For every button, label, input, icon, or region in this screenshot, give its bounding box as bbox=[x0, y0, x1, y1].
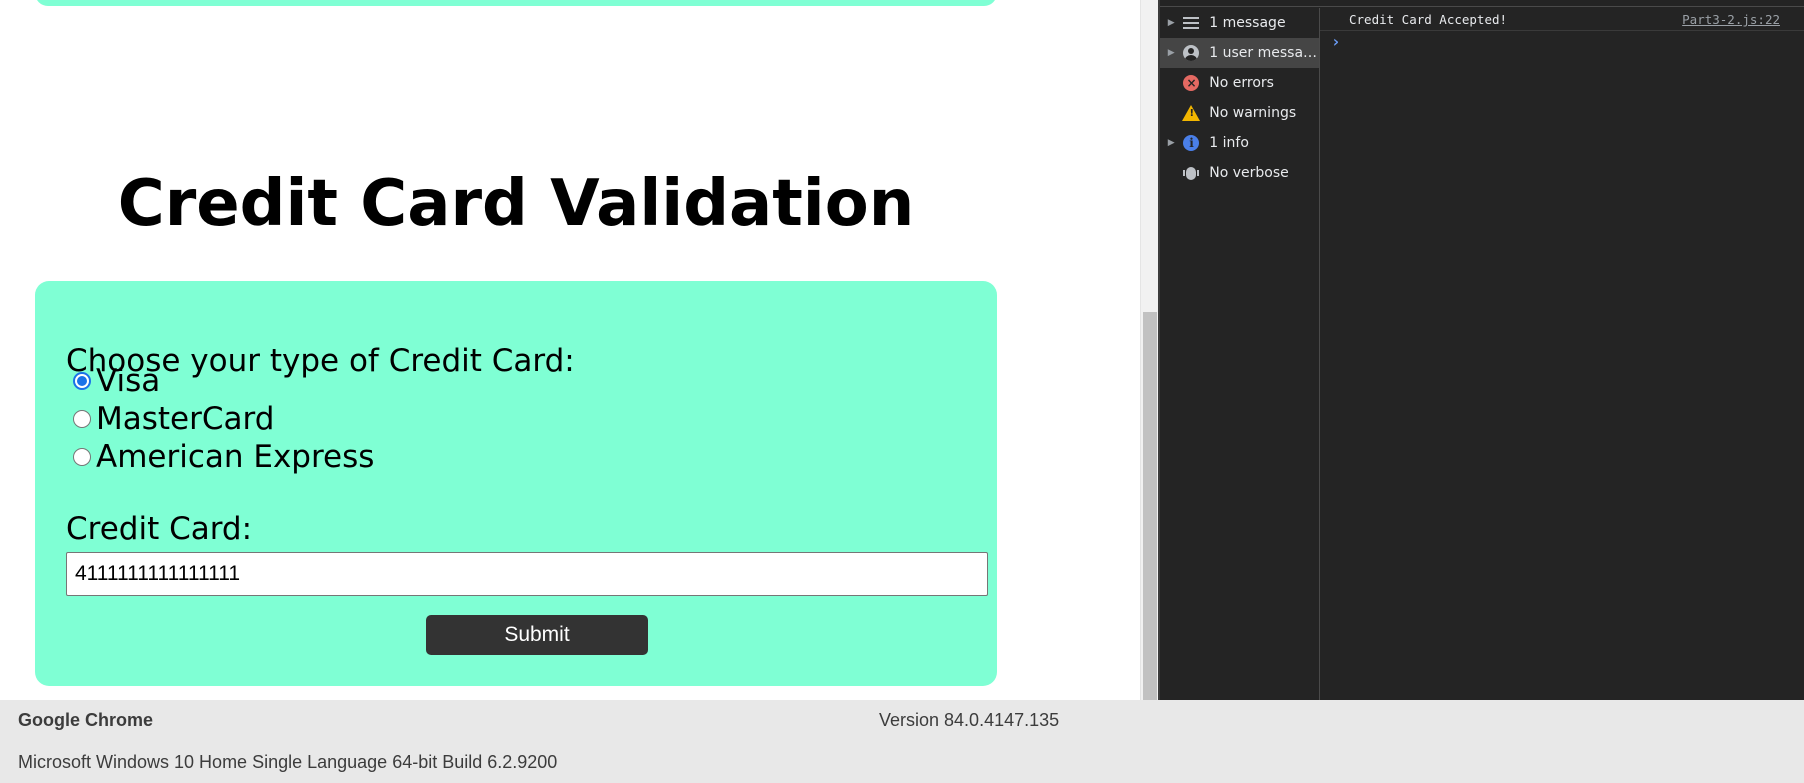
page-viewport: Credit Card Validation Choose your type … bbox=[0, 0, 1140, 700]
amex-label: American Express bbox=[96, 439, 375, 475]
radio-option-visa[interactable]: Visa bbox=[73, 362, 160, 400]
console-output: Credit Card Accepted! Part3-2.js:22 › bbox=[1320, 8, 1804, 700]
console-sidebar: ▶ 1 message ▶ 1 user messages × No error… bbox=[1160, 8, 1320, 700]
visa-radio[interactable] bbox=[73, 372, 91, 390]
sidebar-item-label: No errors bbox=[1209, 75, 1274, 91]
prompt-chevron-icon: › bbox=[1331, 32, 1341, 51]
bug-icon bbox=[1183, 165, 1200, 181]
warning-icon: ! bbox=[1182, 105, 1201, 121]
sidebar-item-label: 1 message bbox=[1209, 15, 1286, 31]
sidebar-item-label: No warnings bbox=[1209, 105, 1297, 121]
page-scrollbar[interactable] bbox=[1140, 0, 1158, 700]
radio-option-amex[interactable]: American Express bbox=[73, 438, 374, 476]
credit-card-label: Credit Card: bbox=[66, 511, 253, 547]
console-prompt[interactable]: › bbox=[1320, 31, 1804, 53]
scrollbar-thumb[interactable] bbox=[1143, 312, 1157, 700]
visa-label: Visa bbox=[96, 363, 161, 399]
log-message: Credit Card Accepted! bbox=[1349, 12, 1508, 27]
sidebar-item-messages[interactable]: ▶ 1 message bbox=[1160, 8, 1319, 38]
expand-arrow-icon[interactable]: ▶ bbox=[1160, 18, 1182, 28]
browser-name: Google Chrome bbox=[18, 710, 154, 730]
sidebar-item-label: No verbose bbox=[1209, 165, 1289, 181]
credit-card-input[interactable] bbox=[66, 552, 988, 596]
os-info: Microsoft Windows 10 Home Single Languag… bbox=[18, 752, 558, 772]
radio-option-mastercard[interactable]: MasterCard bbox=[73, 400, 274, 438]
log-source-link[interactable]: Part3-2.js:22 bbox=[1682, 12, 1780, 27]
user-icon bbox=[1183, 45, 1200, 61]
console-log-row: Credit Card Accepted! Part3-2.js:22 bbox=[1320, 8, 1804, 31]
expand-arrow-icon[interactable]: ▶ bbox=[1160, 48, 1182, 58]
devtools-console: ▶ 1 message ▶ 1 user messages × No error… bbox=[1158, 0, 1804, 700]
browser-version: Version 84.0.4147.135 bbox=[879, 710, 1060, 730]
sidebar-item-errors[interactable]: × No errors bbox=[1160, 68, 1319, 98]
previous-panel-edge bbox=[35, 0, 997, 6]
sidebar-item-user-messages[interactable]: ▶ 1 user messages bbox=[1160, 38, 1319, 68]
expand-arrow-icon[interactable]: ▶ bbox=[1160, 138, 1182, 148]
amex-radio[interactable] bbox=[73, 448, 91, 466]
devtools-divider bbox=[1160, 0, 1804, 7]
sidebar-item-warnings[interactable]: ! No warnings bbox=[1160, 98, 1319, 128]
mastercard-radio[interactable] bbox=[73, 410, 91, 428]
system-info-footer: Google Chrome Version 84.0.4147.135 Micr… bbox=[0, 700, 1804, 783]
submit-button[interactable]: Submit bbox=[426, 615, 648, 655]
sidebar-item-verbose[interactable]: No verbose bbox=[1160, 158, 1319, 188]
error-icon: × bbox=[1183, 75, 1200, 91]
sidebar-item-info[interactable]: ▶ i 1 info bbox=[1160, 128, 1319, 158]
page-title: Credit Card Validation bbox=[117, 167, 915, 241]
mastercard-label: MasterCard bbox=[96, 401, 275, 437]
sidebar-item-label: 1 info bbox=[1209, 135, 1249, 151]
sidebar-item-label: 1 user messages bbox=[1209, 45, 1319, 61]
info-icon: i bbox=[1183, 135, 1200, 151]
credit-card-form: Choose your type of Credit Card: Visa Ma… bbox=[35, 281, 997, 686]
list-icon bbox=[1183, 17, 1200, 29]
